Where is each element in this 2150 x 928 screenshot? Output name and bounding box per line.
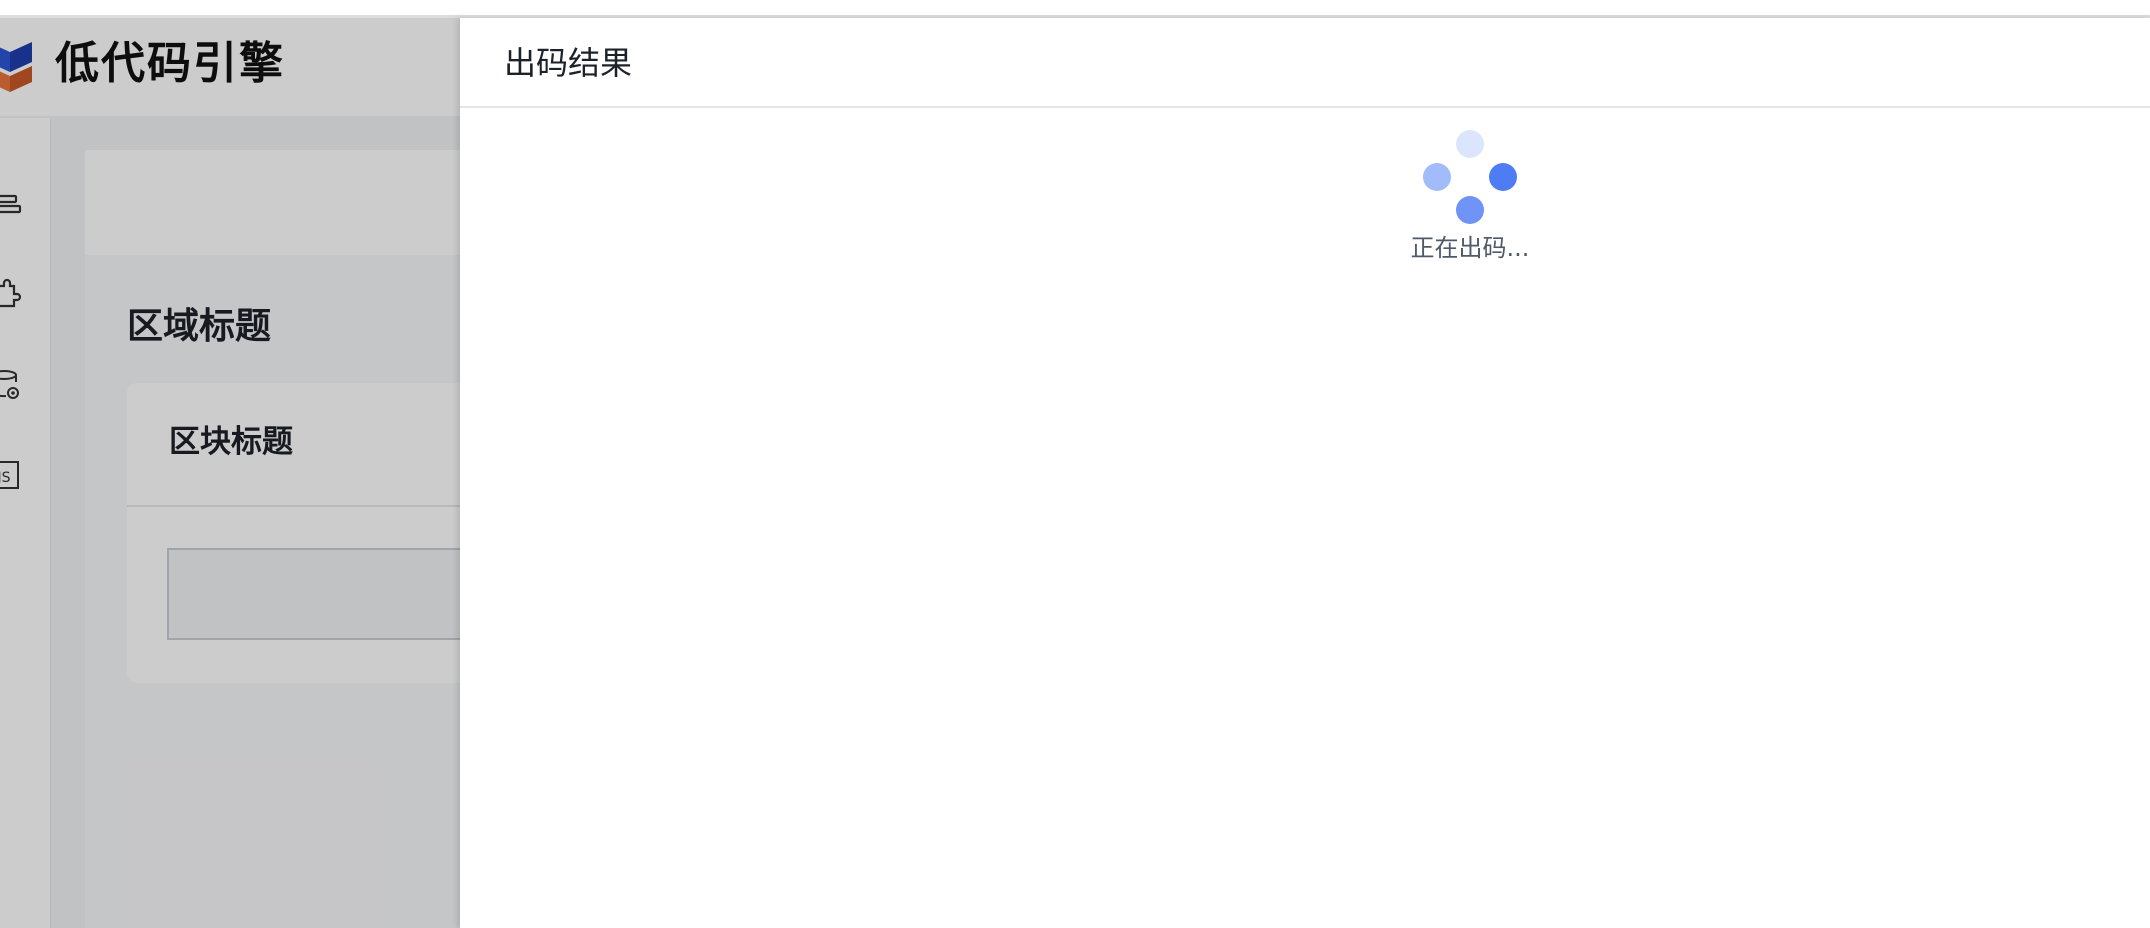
app-root: 低代码引擎 JS 区域 [0,0,2150,928]
spinner-dot-top [1456,130,1484,158]
spinner-dot-bottom [1456,196,1484,224]
drawer-title: 出码结果 [504,44,633,82]
top-strip [0,0,2150,18]
code-output-drawer: 出码结果 正在出码... [460,18,2150,928]
spinner-dot-right [1489,163,1517,191]
spinner-dot-left [1423,163,1451,191]
drawer-header: 出码结果 [460,18,2150,108]
loading-spinner-icon [1420,130,1520,230]
loading-text: 正在出码... [1410,234,1530,262]
